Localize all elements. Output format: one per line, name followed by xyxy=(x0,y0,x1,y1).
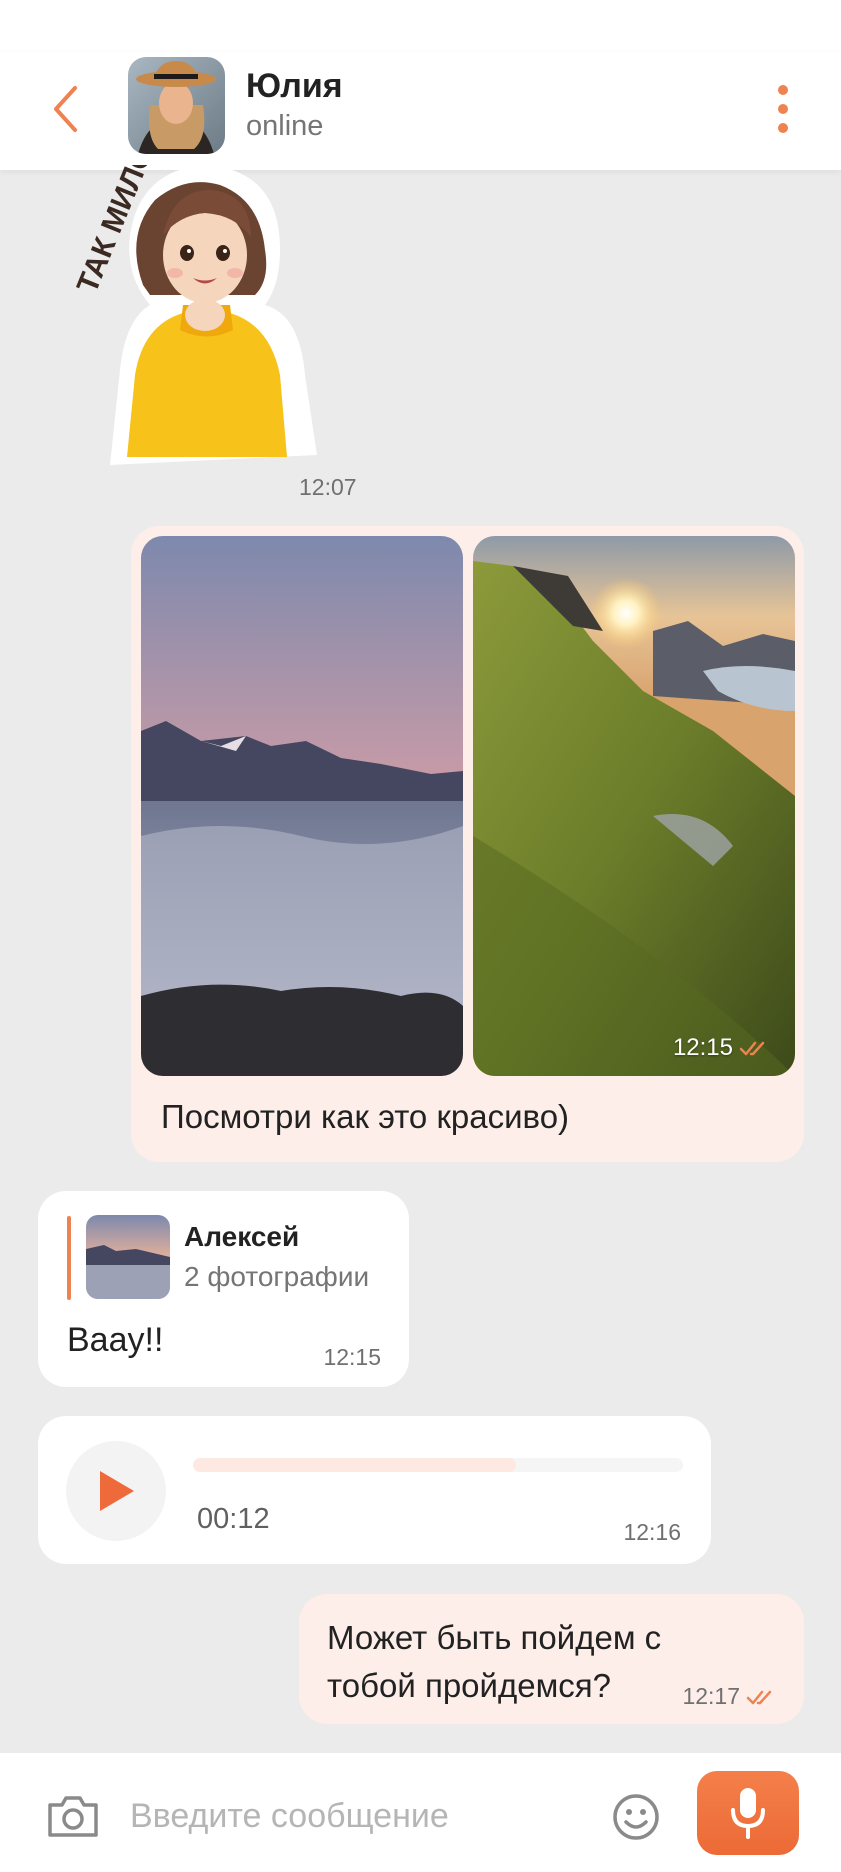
double-check-icon xyxy=(746,1690,772,1704)
play-icon xyxy=(100,1471,134,1511)
camera-icon xyxy=(48,1796,98,1837)
more-menu-button[interactable] xyxy=(768,74,798,144)
reply-message[interactable]: Алексей 2 фотографии Вааy!! 12:15 xyxy=(38,1191,409,1387)
photo-caption: Посмотри как это красиво) xyxy=(161,1098,570,1135)
photo-clouds[interactable] xyxy=(141,536,463,1076)
record-voice-button[interactable] xyxy=(697,1771,799,1855)
photo-time: 12:15 xyxy=(673,1034,771,1062)
camera-button[interactable] xyxy=(44,1791,102,1841)
voice-duration: 00:12 xyxy=(197,1503,270,1535)
message-time: 12:15 xyxy=(323,1344,381,1370)
message-input[interactable] xyxy=(128,1787,592,1845)
reply-summary: 2 фотографии xyxy=(184,1261,370,1292)
smile-icon xyxy=(613,1794,659,1840)
double-check-icon xyxy=(739,1041,765,1056)
message-composer xyxy=(0,1753,841,1872)
status-bar xyxy=(0,0,841,52)
message-time: 12:17 xyxy=(682,1683,740,1709)
reply-thumbnail[interactable] xyxy=(86,1215,170,1299)
emoji-button[interactable] xyxy=(610,1791,662,1843)
photo-message: 12:15 Посмотри как это красиво) xyxy=(131,526,804,1162)
microphone-icon xyxy=(731,1788,765,1839)
voice-progress-fill xyxy=(193,1458,517,1472)
more-vertical-icon xyxy=(778,85,788,95)
play-button[interactable] xyxy=(66,1441,166,1541)
contact-name: Юлия xyxy=(246,67,343,105)
back-button[interactable] xyxy=(40,74,92,144)
reply-accent-bar xyxy=(67,1216,71,1300)
chevron-left-icon xyxy=(54,86,77,132)
outgoing-message[interactable]: Может быть пойдем с тобой пройдемся? 12:… xyxy=(299,1594,804,1724)
photo-mountain-sunset[interactable]: 12:15 xyxy=(473,536,795,1076)
message-text: Вааy!! xyxy=(67,1321,164,1359)
chat-header: Юлия online xyxy=(0,52,841,170)
photo-time-text: 12:15 xyxy=(672,1034,733,1061)
message-time: 12:07 xyxy=(299,474,357,500)
contact-avatar[interactable] xyxy=(128,57,225,154)
reply-author: Алексей xyxy=(184,1221,300,1252)
message-status: 12:17 xyxy=(682,1683,778,1710)
message-time: 12:16 xyxy=(623,1519,681,1545)
voice-progress-track[interactable] xyxy=(193,1458,683,1472)
contact-status: online xyxy=(246,110,324,142)
voice-message: 00:12 12:16 xyxy=(38,1416,711,1564)
message-text: Может быть пойдем с тобой пройдемся? xyxy=(327,1619,662,1704)
sticker-message[interactable]: ТАК МИЛО xyxy=(55,141,335,470)
